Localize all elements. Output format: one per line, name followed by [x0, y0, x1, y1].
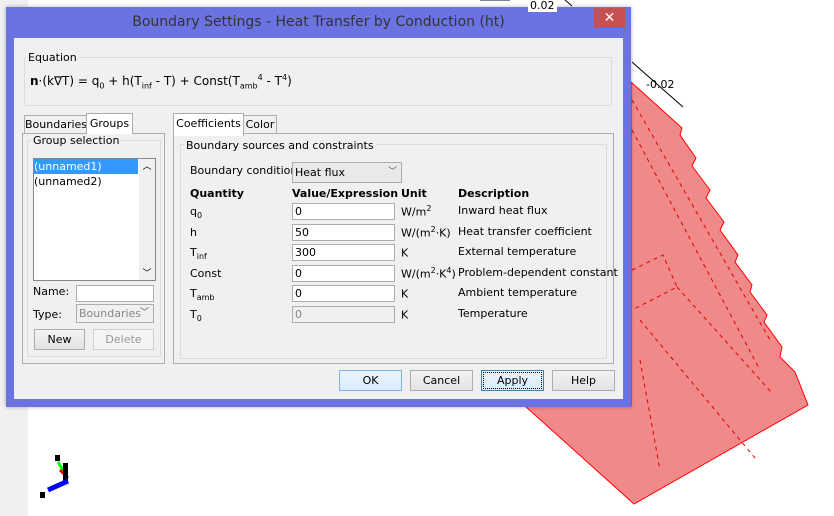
unit: W/(m2·K) — [401, 225, 451, 240]
eq-part: + h(T — [104, 74, 142, 88]
ok-button[interactable]: OK — [339, 370, 402, 391]
description: Inward heat flux — [458, 204, 548, 217]
eq-n: n — [30, 74, 39, 88]
header-unit: Unit — [401, 187, 427, 200]
type-value: Boundaries — [79, 307, 142, 320]
quantity-symbol: Const — [190, 266, 222, 280]
description: Problem-dependent constant — [458, 265, 618, 279]
list-item[interactable]: (unnamed2) — [34, 174, 155, 189]
type-label: Type: — [33, 308, 62, 321]
boundary-settings-dialog: Boundary Settings - Heat Transfer by Con… — [6, 7, 631, 407]
unit: K — [401, 307, 408, 322]
axis-tick-label: -0.02 — [646, 78, 674, 91]
scroll-up-icon[interactable]: ︿ — [139, 159, 155, 172]
unit: K — [401, 286, 408, 301]
unit-text: W/(m — [401, 267, 431, 281]
unit-text: W/m — [401, 205, 427, 219]
axis-triad-icon — [40, 455, 70, 498]
boundary-condition-label: Boundary condition: — [190, 164, 302, 177]
unit: W/(m2·K4) — [401, 266, 456, 281]
value-input[interactable]: 0 — [292, 264, 395, 282]
groups-panel: Group selection (unnamed1) (unnamed2) ︿ … — [22, 133, 165, 364]
description: Temperature — [458, 307, 528, 320]
chevron-down-icon: ﹀ — [139, 308, 149, 318]
description: Heat transfer coefficient — [458, 224, 592, 238]
unit-text: ) — [451, 267, 456, 281]
chevron-down-icon: ﹀ — [387, 167, 397, 177]
tab-coefficients[interactable]: Coefficients — [173, 113, 244, 136]
axis-tick-label: 0.02 — [528, 0, 557, 12]
group-selection-label: Group selection — [31, 134, 122, 147]
axis-line — [564, 0, 573, 7]
eq-part: ·(k∇T) = q — [38, 74, 100, 88]
type-select[interactable]: Boundaries ﹀ — [76, 304, 154, 323]
unit-text: ·K) — [435, 226, 451, 240]
tab-groups[interactable]: Groups — [86, 113, 133, 134]
unit-text: K — [401, 308, 409, 322]
delete-button[interactable]: Delete — [93, 329, 154, 350]
quantity-subscript: inf — [196, 252, 207, 262]
list-item[interactable]: (unnamed1) — [34, 159, 138, 174]
dialog-body: Equation n·(k∇T) = q0 + h(Tinf - T) + Co… — [14, 38, 623, 399]
close-icon: ✕ — [603, 10, 616, 26]
value-input[interactable]: 300 — [292, 244, 395, 262]
eq-part: amb — [239, 81, 258, 91]
description: Ambient temperature — [458, 286, 577, 300]
quantity-name: T0 — [190, 308, 202, 323]
name-label: Name: — [33, 285, 70, 298]
eq-part: inf — [141, 81, 152, 91]
quantity-symbol: q — [190, 205, 197, 218]
unit-text: K — [401, 246, 409, 260]
unit-text: W/(m — [401, 226, 431, 240]
quantity-symbol: T — [190, 308, 197, 321]
help-button[interactable]: Help — [552, 370, 615, 391]
quantity-subscript: 0 — [196, 314, 202, 324]
description: External temperature — [458, 245, 577, 259]
quantity-subscript: 0 — [196, 211, 203, 221]
tab-boundaries[interactable]: Boundaries — [24, 115, 87, 134]
unit-text: ·K — [435, 267, 447, 281]
name-input[interactable] — [76, 285, 154, 302]
close-button[interactable]: ✕ — [594, 8, 625, 28]
boundary-sources-label: Boundary sources and constraints — [184, 139, 376, 152]
boundary-condition-select[interactable]: Heat flux ﹀ — [292, 162, 402, 183]
value-input[interactable]: 50 — [292, 223, 395, 241]
value-input[interactable]: 0 — [292, 306, 395, 323]
quantity-subscript: amb — [196, 293, 215, 303]
scroll-down-icon[interactable]: ﹀ — [139, 266, 155, 279]
value-input[interactable]: 0 — [292, 203, 395, 220]
header-value: Value/Expression — [292, 187, 399, 200]
list-scrollbar[interactable]: ︿ ﹀ — [139, 159, 155, 280]
eq-part: ) — [287, 74, 292, 88]
quantity-symbol: T — [190, 287, 197, 301]
bc-value: Heat flux — [295, 166, 345, 179]
header-description: Description — [458, 187, 530, 200]
equation-formula: n·(k∇T) = q0 + h(Tinf - T) + Const(Tamb4… — [30, 73, 292, 90]
equation-label: Equation — [26, 51, 79, 64]
header-quantity: Quantity — [190, 187, 244, 200]
quantity-symbol: h — [190, 225, 197, 239]
coefficients-panel: Boundary sources and constraints Boundar… — [173, 133, 618, 364]
eq-part: - T) + Const(T — [151, 74, 240, 88]
eq-part: - T — [262, 74, 282, 88]
unit-text: K — [401, 288, 409, 302]
unit-sup: 2 — [426, 204, 432, 213]
group-list[interactable]: (unnamed1) (unnamed2) ︿ ﹀ — [33, 158, 156, 281]
quantity-name: Tinf — [190, 246, 207, 261]
unit: K — [401, 245, 408, 260]
quantity-name: Const — [190, 267, 221, 282]
quantity-name: q0 — [190, 205, 202, 220]
quantity-name: Tamb — [190, 287, 215, 302]
quantity-symbol: T — [190, 246, 197, 260]
quantity-name: h — [190, 226, 197, 241]
apply-button[interactable]: Apply — [481, 370, 544, 391]
cancel-button[interactable]: Cancel — [410, 370, 473, 391]
new-button[interactable]: New — [34, 329, 85, 350]
value-input[interactable]: 0 — [292, 285, 395, 303]
unit: W/m2 — [401, 204, 431, 219]
tab-color[interactable]: Color — [243, 115, 277, 134]
